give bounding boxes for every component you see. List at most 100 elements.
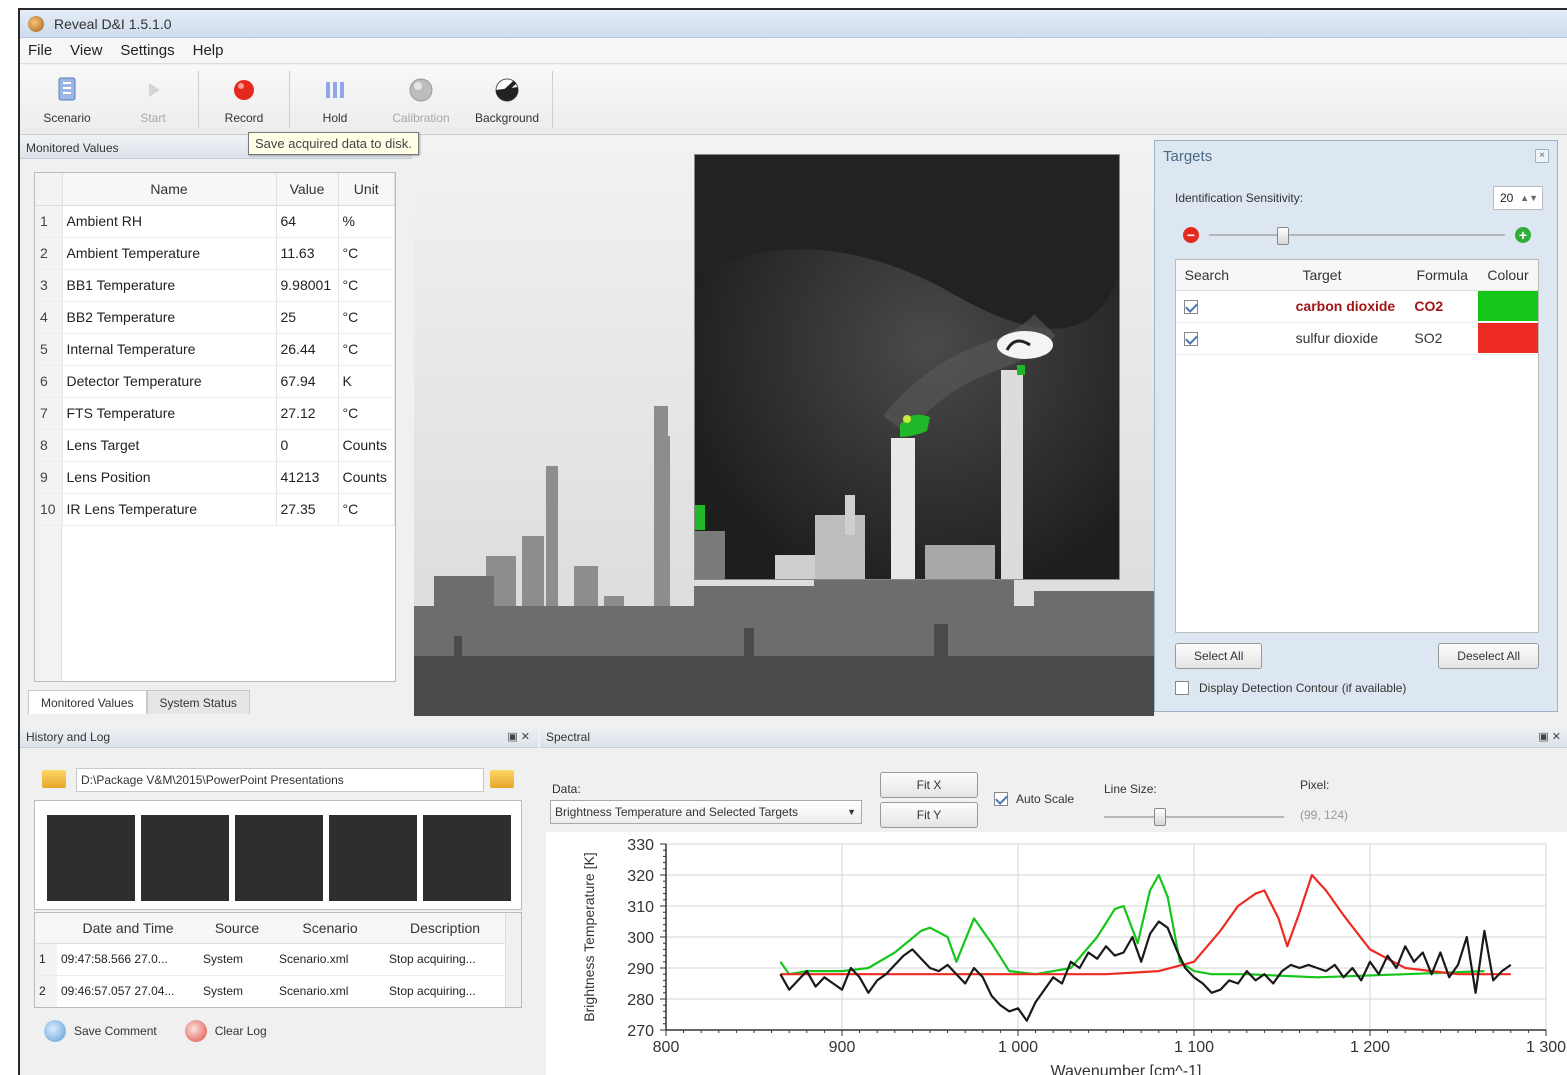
panel-float-close-icon[interactable]: ▣ ✕ — [507, 730, 530, 743]
column-header-value[interactable]: Value — [276, 173, 339, 206]
sensitivity-slider[interactable]: − + — [1183, 225, 1531, 245]
contour-checkbox[interactable] — [1175, 681, 1189, 695]
targets-panel: Targets × Identification Sensitivity: 20… — [1154, 140, 1558, 712]
data-select[interactable]: Brightness Temperature and Selected Targ… — [550, 800, 862, 824]
column-header-source[interactable]: Source — [199, 913, 275, 944]
monitored-values-table: Name Value Unit 1 Ambient RH 64% 2 Ambient T… — [34, 172, 396, 682]
folder-icon[interactable] — [42, 770, 66, 788]
line-size-slider[interactable] — [1104, 808, 1284, 826]
start-button[interactable]: Start — [110, 65, 196, 134]
spectral-chart[interactable]: 800 900 1 000 1 100 1 200 1 300 270 280 290 300 31… — [546, 832, 1567, 1075]
table-row[interactable]: 2 09:46:57.057 27.04... System Scenario.xml… — [35, 975, 505, 1007]
cell-date-time: 09:47:58.566 27.0... — [57, 943, 199, 976]
data-label: Data: — [552, 782, 581, 796]
column-header-scenario[interactable]: Scenario — [275, 913, 385, 944]
camera-view[interactable] — [414, 136, 1154, 716]
history-log-rows: 1 09:47:58.566 27.0... System Scenario.xml S… — [35, 943, 505, 1007]
table-row[interactable]: 8 Lens Target 0 Counts — [35, 429, 395, 462]
scenario-button[interactable]: Scenario — [24, 65, 110, 134]
tab-system-status[interactable]: System Status — [146, 690, 250, 714]
column-header-unit[interactable]: Unit — [338, 173, 395, 206]
hold-button[interactable]: Hold — [292, 65, 378, 134]
auto-scale-checkbox[interactable] — [994, 792, 1008, 806]
infrared-image-inset[interactable] — [694, 154, 1120, 580]
fit-x-button[interactable]: Fit X — [880, 772, 978, 798]
column-header-formula[interactable]: Formula — [1406, 260, 1478, 291]
column-header-search[interactable]: Search — [1176, 260, 1238, 291]
cell-colour[interactable] — [1478, 290, 1538, 323]
history-thumbnail[interactable] — [47, 815, 135, 901]
cell-name: BB2 Temperature — [62, 301, 277, 334]
panel-close-icon[interactable]: × — [1535, 149, 1549, 163]
clear-log-button[interactable]: Clear Log — [184, 1020, 267, 1042]
history-path-field[interactable]: D:\Package V&M\2015\PowerPoint Presentat… — [76, 768, 484, 792]
table-row[interactable]: 1 Ambient RH 64% — [35, 205, 395, 238]
column-header-description[interactable]: Description — [385, 913, 505, 944]
cell-name: Ambient RH — [62, 205, 277, 238]
table-row[interactable]: 9 Lens Position 41213 Counts — [35, 461, 395, 494]
cell-unit: °C — [338, 237, 395, 270]
cell-description: Stop acquiring... — [385, 943, 505, 976]
panel-float-close-icon[interactable]: ▣ ✕ — [1538, 730, 1561, 743]
colour-swatch[interactable] — [1478, 323, 1538, 353]
row-index: 5 — [35, 333, 63, 366]
y-tick-label: 270 — [627, 1023, 654, 1040]
table-row[interactable]: 4 BB2 Temperature 25 °C — [35, 301, 395, 334]
colour-swatch[interactable] — [1478, 291, 1538, 321]
history-thumbnail[interactable] — [423, 815, 511, 901]
table-row[interactable]: 6 Detector Temperature 67.94 K — [35, 365, 395, 398]
deselect-all-button[interactable]: Deselect All — [1438, 643, 1539, 669]
record-icon — [229, 75, 259, 105]
save-comment-button[interactable]: Save Comment — [44, 1020, 157, 1042]
table-row[interactable]: 5 Internal Temperature 26.44 °C — [35, 333, 395, 366]
row-index: 8 — [35, 429, 63, 462]
calibration-button[interactable]: Calibration — [378, 65, 464, 134]
contour-label: Display Detection Contour (if available) — [1199, 681, 1407, 695]
menu-help[interactable]: Help — [193, 42, 224, 59]
table-row[interactable]: carbon dioxide CO2 — [1176, 290, 1538, 323]
plus-icon[interactable]: + — [1515, 227, 1531, 243]
fit-y-button[interactable]: Fit Y — [880, 802, 978, 828]
cell-value: 27.12 — [276, 397, 339, 430]
history-path-value: D:\Package V&M\2015\PowerPoint Presentat… — [81, 773, 344, 787]
column-header-colour[interactable]: Colour — [1478, 260, 1538, 291]
search-checkbox[interactable] — [1184, 300, 1198, 315]
history-thumbnail[interactable] — [235, 815, 323, 901]
table-row[interactable]: 3 BB1 Temperature 9.98001 °C — [35, 269, 395, 302]
log-scrollbar[interactable] — [505, 913, 521, 1007]
browse-folder-icon[interactable] — [490, 770, 514, 788]
cell-value: 0 — [276, 429, 339, 462]
scenario-label: Scenario — [43, 110, 91, 125]
column-header-date-time[interactable]: Date and Time — [57, 913, 199, 944]
table-row[interactable]: 2 Ambient Temperature 11.63 °C — [35, 237, 395, 270]
search-checkbox[interactable] — [1184, 332, 1198, 347]
menu-settings[interactable]: Settings — [120, 42, 174, 59]
history-thumbnail[interactable] — [329, 815, 417, 901]
pixel-value: (99, 124) — [1300, 808, 1349, 822]
table-row[interactable]: 10 IR Lens Temperature 27.35 °C — [35, 493, 395, 526]
select-all-button[interactable]: Select All — [1175, 643, 1263, 669]
spin-arrows-icon[interactable]: ▲▼ — [1520, 193, 1538, 203]
slider-thumb[interactable] — [1277, 227, 1290, 245]
table-row[interactable]: 1 09:47:58.566 27.0... System Scenario.xml S… — [35, 943, 505, 976]
tab-monitored-values[interactable]: Monitored Values — [28, 690, 147, 714]
pixel-label: Pixel: — [1300, 778, 1330, 792]
cell-source: System — [199, 943, 275, 976]
corner-cell — [35, 173, 63, 206]
menu-file[interactable]: File — [28, 42, 52, 59]
record-button[interactable]: Record — [201, 65, 287, 134]
slider-thumb[interactable] — [1154, 808, 1167, 826]
table-row[interactable]: sulfur dioxide SO2 — [1176, 322, 1538, 355]
cell-colour[interactable] — [1478, 322, 1538, 355]
background-button[interactable]: Background — [464, 65, 550, 134]
table-row[interactable]: 7 FTS Temperature 27.12 °C — [35, 397, 395, 430]
history-thumbnail[interactable] — [141, 815, 229, 901]
column-header-name[interactable]: Name — [62, 173, 277, 206]
sensitivity-spinbox[interactable]: 20 ▲▼ — [1493, 186, 1543, 210]
series-line-1 — [780, 873, 1511, 976]
background-label: Background — [474, 110, 540, 125]
menu-view[interactable]: View — [70, 42, 102, 59]
column-header-target[interactable]: Target — [1237, 260, 1407, 291]
app-logo-icon — [28, 15, 44, 32]
minus-icon[interactable]: − — [1183, 227, 1199, 243]
